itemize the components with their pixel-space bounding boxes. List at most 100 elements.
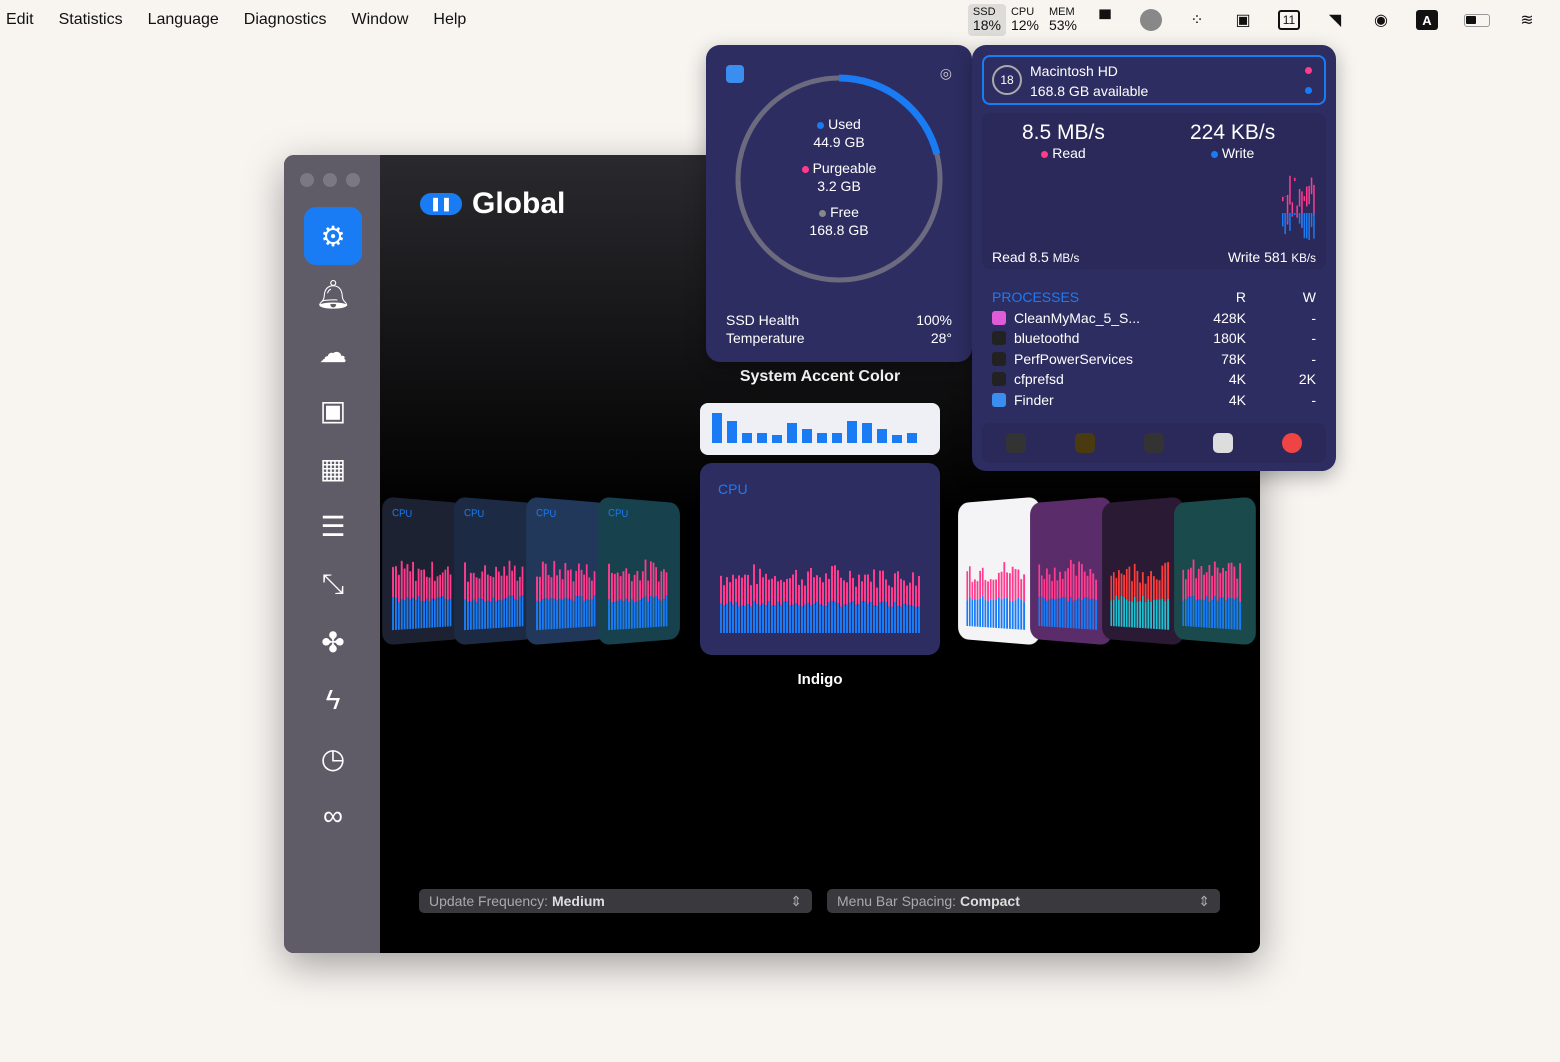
write-bar (492, 598, 494, 629)
menu-bar: Edit Statistics Language Diagnostics Win… (0, 0, 1560, 40)
write-bar (578, 596, 580, 627)
process-row[interactable]: PerfPowerServices 78K - (992, 349, 1316, 370)
theme-card[interactable]: CPU (598, 496, 680, 645)
write-bar (992, 600, 994, 628)
disk-utility-icon[interactable] (1213, 433, 1233, 453)
read-bar (786, 579, 788, 602)
ssd-value: 18% (973, 18, 1001, 33)
write-bar (429, 602, 431, 628)
menu-diagnostics[interactable]: Diagnostics (244, 11, 327, 29)
write-bar (846, 605, 848, 633)
menu-edit[interactable]: Edit (6, 11, 34, 29)
sidebar-weather[interactable]: ☁ (304, 323, 362, 381)
write-bar (753, 601, 755, 633)
read-footer-unit: MB/s (1053, 252, 1080, 265)
close-button[interactable] (300, 173, 314, 187)
shape-icon[interactable]: ◥ (1324, 10, 1346, 30)
display-icon[interactable]: ▀ (1094, 10, 1116, 30)
minimize-button[interactable] (323, 173, 337, 187)
read-bar (660, 571, 662, 601)
theme-card[interactable]: CPU (382, 496, 464, 645)
drive-row[interactable]: 18 Macintosh HD 168.8 GB available (982, 55, 1326, 105)
theme-card[interactable]: CPU (454, 496, 536, 645)
menu-help[interactable]: Help (433, 11, 466, 29)
accent-preview[interactable] (700, 403, 940, 455)
sidebar-clock[interactable]: ◷ (304, 729, 362, 787)
menu-language[interactable]: Language (148, 11, 219, 29)
read-bar (418, 569, 420, 597)
app-badge-icon[interactable] (1140, 10, 1162, 30)
system-info-icon[interactable] (1282, 433, 1302, 453)
write-bar (756, 604, 758, 633)
console-icon[interactable] (1075, 433, 1095, 453)
read-spike (1294, 178, 1296, 181)
menu-spacing-select[interactable]: Menu Bar Spacing: Compact ⇕ (827, 889, 1220, 913)
write-bar (1128, 601, 1130, 627)
process-row[interactable]: CleanMyMac_5_S... 428K - (992, 308, 1316, 329)
read-bar (511, 571, 513, 596)
fan-icon: ✤ (321, 626, 344, 659)
theme-card[interactable] (958, 496, 1040, 645)
sidebar-network[interactable]: ⤡ (304, 555, 362, 613)
zoom-button[interactable] (346, 173, 360, 187)
tray-ssd[interactable]: SSD 18% (968, 4, 1006, 36)
sidebar-cpu[interactable]: ▣ (304, 381, 362, 439)
terminal-icon[interactable] (1144, 433, 1164, 453)
input-source-icon[interactable]: A (1416, 10, 1438, 30)
read-bar (813, 577, 815, 604)
theme-card[interactable] (1030, 496, 1112, 645)
tray-mem[interactable]: MEM 53% (1044, 4, 1082, 36)
sidebar-notifications[interactable]: 🔔︎ (304, 265, 362, 323)
update-frequency-select[interactable]: Update Frequency: Medium ⇕ (419, 889, 812, 913)
read-spike (1304, 196, 1306, 201)
menu-window[interactable]: Window (351, 11, 408, 29)
process-row[interactable]: bluetoothd 180K - (992, 328, 1316, 349)
write-bar (622, 601, 624, 629)
write-bar (392, 597, 394, 630)
dots-icon[interactable]: ⁘ (1186, 10, 1208, 30)
drive-available: 168.8 GB available (1030, 83, 1148, 99)
read-bar (977, 581, 979, 600)
menu-statistics[interactable]: Statistics (59, 11, 123, 29)
write-bar (1006, 598, 1008, 629)
wifi-icon[interactable]: ≋ (1516, 10, 1538, 30)
write-bar (1121, 596, 1123, 627)
read-bar (1023, 574, 1025, 601)
write-bar (545, 598, 547, 629)
read-bar (631, 581, 633, 599)
process-read: 180K (1186, 330, 1246, 346)
read-bar (642, 571, 644, 598)
theme-card-indigo[interactable]: CPU (700, 463, 940, 655)
battery-icon[interactable] (1462, 10, 1492, 30)
toolbox-icon[interactable]: ▣ (1232, 10, 1254, 30)
sidebar-memory[interactable]: ▦ (304, 439, 362, 497)
write-bar (573, 601, 575, 628)
read-bar (1142, 572, 1144, 596)
calendar-icon[interactable]: 11 (1278, 10, 1300, 30)
read-bar (774, 576, 776, 605)
process-row[interactable]: cfprefsd 4K 2K (992, 369, 1316, 390)
sidebar-settings[interactable]: ⚙ (304, 207, 362, 265)
theme-card[interactable] (1174, 496, 1256, 645)
write-bar (1136, 602, 1138, 628)
read-bar (822, 582, 824, 605)
activity-monitor-icon[interactable] (1006, 433, 1026, 453)
sidebar-disk[interactable]: ☰ (304, 497, 362, 555)
sidebar-fans[interactable]: ✤ (304, 613, 362, 671)
write-bar (434, 599, 436, 627)
theme-card[interactable] (1102, 496, 1184, 645)
read-bar (586, 564, 588, 599)
tray-cpu[interactable]: CPU 12% (1006, 4, 1044, 36)
read-bar (1228, 563, 1230, 598)
sidebar-battery[interactable]: ϟ (304, 671, 362, 729)
user-icon[interactable]: ◉ (1370, 10, 1392, 30)
read-bar (442, 572, 444, 596)
theme-card[interactable]: CPU (526, 496, 608, 645)
process-row[interactable]: Finder 4K - (992, 390, 1316, 411)
health-label: SSD Health (726, 312, 799, 328)
sidebar-bluetooth[interactable]: ∞ (304, 787, 362, 845)
write-bar (620, 600, 622, 630)
read-bar (1118, 570, 1120, 600)
read-bar (1059, 572, 1061, 599)
write-bar (653, 597, 655, 627)
